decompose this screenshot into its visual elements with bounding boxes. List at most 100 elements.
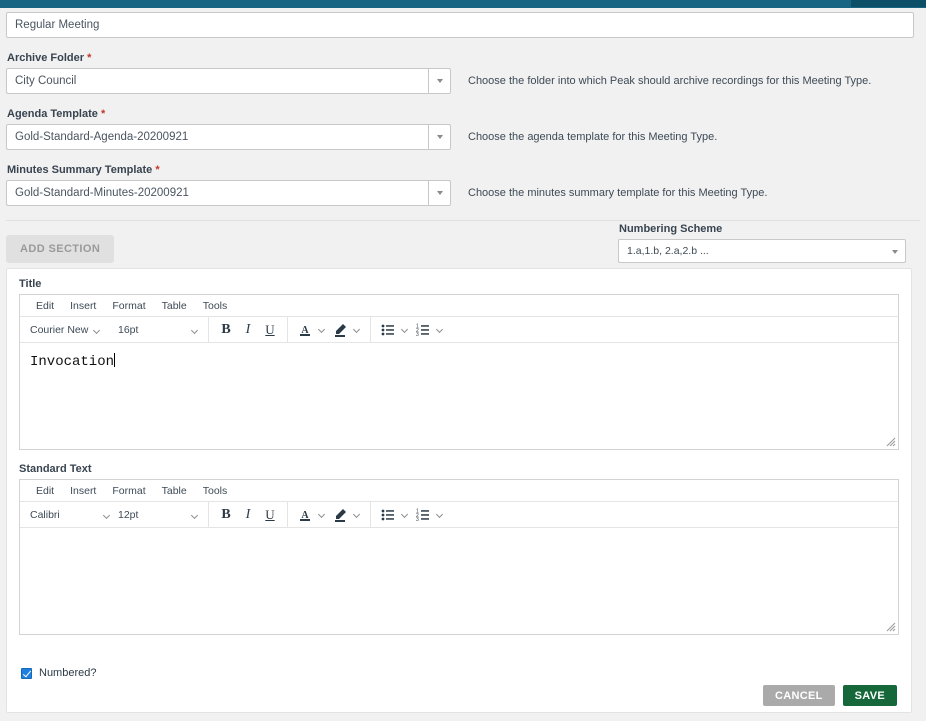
archive-folder-dropdown-button[interactable] — [428, 68, 451, 94]
font-family-value: Calibri — [30, 508, 60, 521]
bullet-list-icon[interactable] — [377, 319, 399, 341]
form-action-buttons: CANCEL SAVE — [763, 685, 897, 706]
save-button[interactable]: SAVE — [842, 685, 897, 706]
archive-folder-label: Archive Folder * — [7, 52, 92, 64]
minutes-template-label: Minutes Summary Template * — [7, 164, 160, 176]
agenda-template-dropdown-button[interactable] — [428, 124, 451, 150]
bullet-list-icon[interactable] — [377, 504, 399, 526]
standard-text-editor: Edit Insert Format Table Tools Calibri 1… — [19, 479, 899, 635]
menu-edit[interactable]: Edit — [28, 300, 62, 312]
font-family-select[interactable]: Calibri — [26, 509, 114, 521]
color-group: A — [288, 316, 371, 343]
field-agenda-template: Agenda Template * Choose the agenda temp… — [0, 108, 926, 150]
title-editor: Edit Insert Format Table Tools Courier N… — [19, 294, 899, 450]
italic-button[interactable]: I — [237, 319, 259, 341]
required-asterisk: * — [155, 164, 160, 176]
menu-table[interactable]: Table — [154, 485, 195, 497]
standard-text-editor-content-area[interactable] — [20, 528, 898, 634]
minutes-template-select[interactable] — [6, 180, 451, 206]
highlight-color-icon[interactable] — [329, 504, 351, 526]
agenda-template-value[interactable] — [6, 124, 429, 150]
agenda-template-hint: Choose the agenda template for this Meet… — [468, 131, 718, 143]
font-family-select[interactable]: Courier New — [26, 324, 114, 336]
chevron-down-icon[interactable] — [317, 325, 326, 334]
numbering-scheme-select[interactable]: 1.a,1.b, 2.a,2.b ... — [618, 239, 906, 263]
text-color-icon[interactable]: A — [294, 319, 316, 341]
archive-folder-value[interactable] — [6, 68, 429, 94]
chevron-down-icon[interactable] — [435, 510, 444, 519]
minutes-template-dropdown-button[interactable] — [428, 180, 451, 206]
title-editor-text[interactable]: Invocation — [20, 343, 898, 370]
bold-button[interactable]: B — [215, 504, 237, 526]
chevron-down-icon[interactable] — [317, 510, 326, 519]
menu-table[interactable]: Table — [154, 300, 195, 312]
underline-button[interactable]: U — [259, 319, 281, 341]
minutes-template-value[interactable] — [6, 180, 429, 206]
numbered-checkbox[interactable] — [21, 667, 32, 679]
chevron-down-icon — [190, 511, 199, 519]
color-group: A — [288, 501, 371, 528]
text-style-group: B I U — [209, 501, 288, 528]
menu-tools[interactable]: Tools — [195, 300, 236, 312]
numbered-list-icon[interactable]: 123 — [412, 319, 434, 341]
font-size-select[interactable]: 16pt — [114, 324, 202, 336]
chevron-down-icon[interactable] — [352, 510, 361, 519]
italic-button[interactable]: I — [237, 504, 259, 526]
bold-button[interactable]: B — [215, 319, 237, 341]
title-editor-value: Invocation — [30, 354, 115, 370]
agenda-template-label: Agenda Template * — [7, 108, 106, 120]
menu-format[interactable]: Format — [104, 485, 153, 497]
title-editor-menubar: Edit Insert Format Table Tools — [20, 295, 898, 317]
chevron-down-icon[interactable] — [352, 325, 361, 334]
add-section-button[interactable]: ADD SECTION — [6, 235, 115, 263]
form-region: Archive Folder * Choose the folder into … — [0, 8, 926, 279]
list-group: 123 — [371, 502, 453, 528]
menu-format[interactable]: Format — [104, 300, 153, 312]
field-title — [0, 12, 926, 38]
chevron-down-icon — [190, 326, 199, 334]
chevron-down-icon[interactable] — [400, 510, 409, 519]
standard-text-editor-text[interactable] — [20, 528, 898, 538]
agenda-template-select[interactable] — [6, 124, 451, 150]
title-editor-content-area[interactable]: Invocation — [20, 343, 898, 449]
numbering-scheme-value: 1.a,1.b, 2.a,2.b ... — [627, 245, 709, 257]
meeting-type-form-page: Title Archive Folder * Choose the folder… — [0, 0, 926, 721]
chevron-down-icon[interactable] — [400, 325, 409, 334]
numbered-list-icon[interactable]: 123 — [412, 504, 434, 526]
list-group: 123 — [371, 317, 453, 343]
font-controls-group: Calibri 12pt — [20, 501, 209, 528]
underline-button[interactable]: U — [259, 504, 281, 526]
chevron-down-icon — [892, 250, 898, 254]
menu-edit[interactable]: Edit — [28, 485, 62, 497]
font-size-value: 16pt — [118, 323, 139, 336]
standard-text-editor-toolbar: Calibri 12pt B I U A 1 2 3 — [20, 501, 898, 528]
text-color-icon[interactable]: A — [294, 504, 316, 526]
app-top-accent-bar-right — [851, 0, 926, 7]
menu-insert[interactable]: Insert — [62, 300, 104, 312]
menu-insert[interactable]: Insert — [62, 485, 104, 497]
standard-text-editor-menubar: Edit Insert Format Table Tools — [20, 480, 898, 502]
font-controls-group: Courier New 16pt — [20, 316, 209, 343]
title-editor-toolbar: Courier New 16pt B I U A 1 2 3 — [20, 316, 898, 343]
chevron-down-icon[interactable] — [435, 325, 444, 334]
title-input[interactable] — [6, 12, 914, 38]
section-card: Title Edit Insert Format Table Tools Cou… — [6, 268, 912, 713]
minutes-template-hint: Choose the minutes summary template for … — [468, 187, 768, 199]
card-footer: Numbered? CANCEL SAVE — [7, 667, 911, 706]
app-top-accent-bar — [0, 0, 926, 8]
highlight-color-icon[interactable] — [329, 319, 351, 341]
archive-folder-hint: Choose the folder into which Peak should… — [468, 75, 872, 87]
numbered-checkbox-row: Numbered? — [21, 667, 911, 679]
font-size-select[interactable]: 12pt — [114, 509, 202, 521]
resize-handle-icon[interactable] — [886, 437, 896, 447]
resize-handle-icon[interactable] — [886, 622, 896, 632]
chevron-down-icon — [93, 326, 101, 334]
chevron-down-icon — [436, 191, 443, 195]
archive-folder-select[interactable] — [6, 68, 451, 94]
numbering-scheme-label: Numbering Scheme — [619, 223, 723, 235]
text-style-group: B I U — [209, 316, 288, 343]
chevron-down-icon — [436, 79, 443, 83]
chevron-down-icon — [436, 135, 443, 139]
menu-tools[interactable]: Tools — [195, 485, 236, 497]
cancel-button[interactable]: CANCEL — [763, 685, 835, 706]
